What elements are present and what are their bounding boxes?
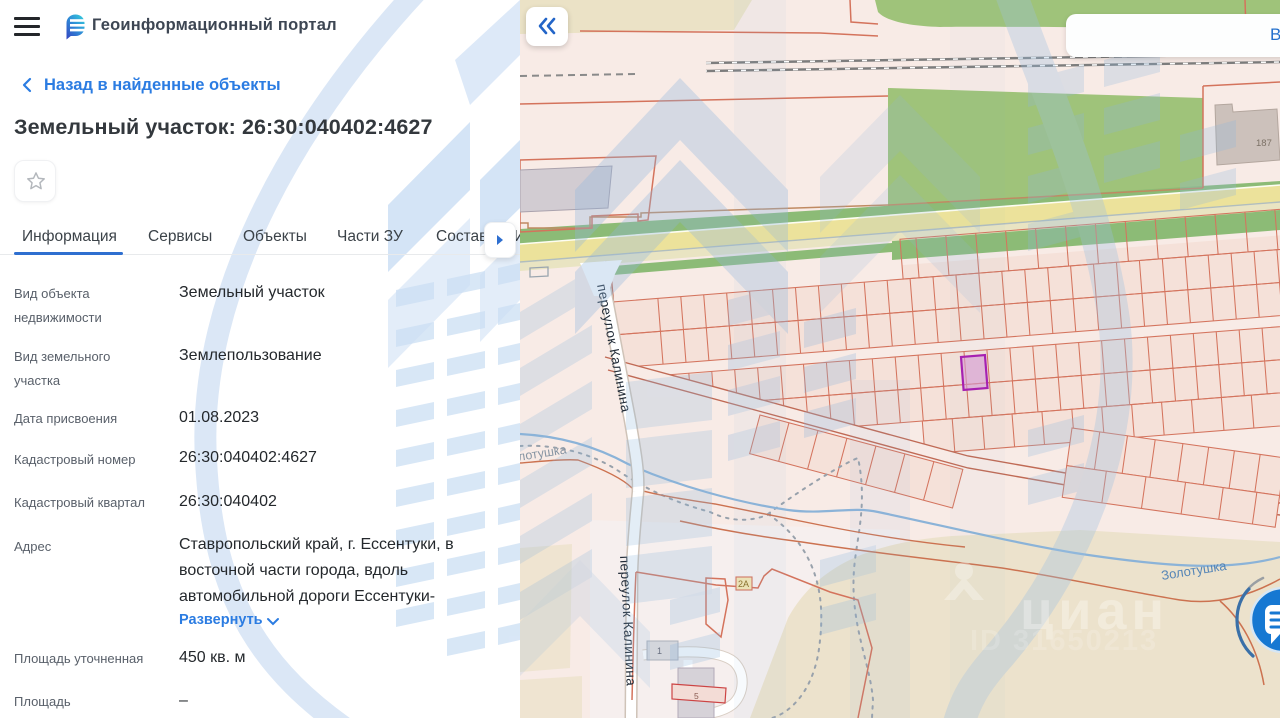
- svg-text:5: 5: [694, 691, 699, 701]
- svg-text:ID 31650213: ID 31650213: [970, 625, 1158, 657]
- svg-text:187: 187: [1256, 138, 1272, 149]
- svg-text:1: 1: [657, 646, 662, 656]
